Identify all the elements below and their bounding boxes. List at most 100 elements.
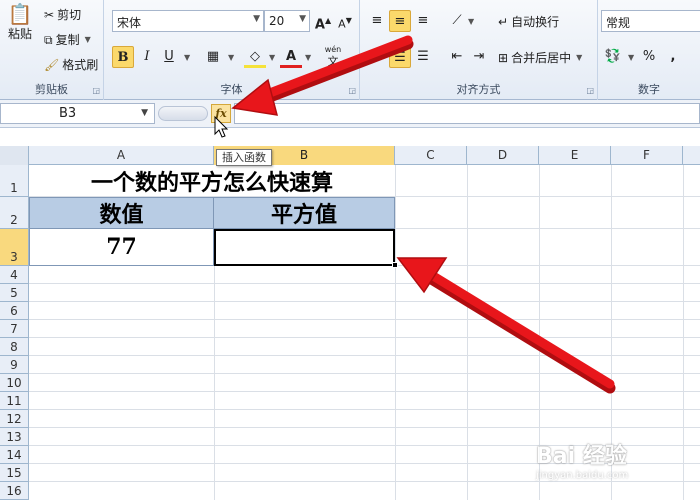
align-left-button[interactable]: ☰ bbox=[366, 46, 388, 68]
borders-button[interactable]: ▦ bbox=[202, 46, 224, 68]
row-header[interactable]: 15 bbox=[0, 464, 29, 482]
chevron-down-icon[interactable]: ▼ bbox=[228, 53, 234, 62]
font-name-select[interactable]: 宋体 ▼ bbox=[112, 10, 264, 32]
column-header-d[interactable]: D bbox=[467, 146, 539, 165]
chevron-down-icon[interactable]: ▼ bbox=[468, 17, 474, 26]
row-number: 12 bbox=[6, 412, 22, 426]
copy-button[interactable]: ⧉ 复制 ▼ bbox=[44, 31, 91, 48]
row-header[interactable]: 6 bbox=[0, 302, 29, 320]
row-header[interactable]: 7 bbox=[0, 320, 29, 338]
row-header[interactable]: 1 bbox=[0, 165, 29, 197]
title-cell[interactable]: 一个数的平方怎么快速算 bbox=[29, 165, 395, 196]
fill-color-button[interactable]: ◇ bbox=[244, 46, 266, 68]
wrap-text-button[interactable]: ↵ 自动换行 bbox=[498, 13, 559, 30]
formula-input[interactable] bbox=[234, 103, 700, 124]
name-box[interactable]: B3 ▼ bbox=[0, 103, 155, 124]
gridline bbox=[29, 337, 700, 338]
align-top-button[interactable]: ≡ bbox=[366, 10, 388, 32]
chevron-down-icon: ▼ bbox=[141, 108, 148, 118]
header-cell-square[interactable]: 平方值 bbox=[214, 197, 395, 229]
select-all-corner[interactable] bbox=[0, 146, 29, 165]
dialog-launcher-icon[interactable]: ◲ bbox=[348, 86, 356, 95]
orientation-button[interactable]: ⟋ bbox=[446, 10, 468, 32]
gridline bbox=[683, 165, 684, 500]
chevron-down-icon[interactable]: ▼ bbox=[305, 53, 311, 62]
row-header[interactable]: 5 bbox=[0, 284, 29, 302]
column-header-e[interactable]: E bbox=[539, 146, 611, 165]
formula-bar-resize-handle[interactable] bbox=[158, 106, 208, 121]
insert-function-button[interactable]: fx bbox=[211, 104, 231, 123]
row-header[interactable]: 16 bbox=[0, 482, 29, 500]
comma-button[interactable]: , bbox=[662, 46, 684, 68]
currency-button[interactable]: 💱 bbox=[602, 46, 624, 68]
increase-font-size-button[interactable]: A▲ bbox=[312, 10, 334, 32]
column-header-a[interactable]: A bbox=[29, 146, 214, 165]
row-header[interactable]: 2 bbox=[0, 197, 29, 229]
row-header[interactable]: 13 bbox=[0, 428, 29, 446]
align-right-button[interactable]: ☰ bbox=[412, 46, 434, 68]
format-painter-button[interactable]: 🖌 格式刷 bbox=[44, 56, 98, 73]
column-header-c[interactable]: C bbox=[395, 146, 467, 165]
increase-indent-button[interactable]: ⇥ bbox=[468, 46, 490, 68]
chevron-down-icon[interactable]: ▼ bbox=[184, 53, 190, 62]
format-painter-label: 格式刷 bbox=[62, 58, 99, 72]
row-header[interactable]: 3 bbox=[0, 229, 29, 266]
row-header[interactable]: 8 bbox=[0, 338, 29, 356]
clipboard-group: 📋 粘贴 ✂ 剪切 ⧉ 复制 ▼ 🖌 格式刷 剪贴板 ◲ bbox=[0, 0, 104, 100]
value-cell[interactable]: 77 bbox=[29, 229, 214, 266]
dialog-launcher-icon[interactable]: ◲ bbox=[92, 86, 100, 95]
number-group-label: 数字 bbox=[638, 83, 660, 96]
paste-button[interactable]: 📋 粘贴 bbox=[4, 4, 36, 42]
gridline bbox=[395, 165, 396, 500]
row-number: 13 bbox=[6, 430, 22, 444]
align-center-button[interactable]: ☰ bbox=[389, 46, 411, 68]
alignment-group-label: 对齐方式 bbox=[456, 83, 501, 96]
column-header-f[interactable]: F bbox=[611, 146, 683, 165]
merge-center-button[interactable]: ⊞ 合并后居中 ▼ bbox=[498, 49, 582, 66]
row-number: 14 bbox=[6, 448, 22, 462]
phonetic-button[interactable]: wén 文 bbox=[322, 44, 344, 68]
row-number: 3 bbox=[10, 250, 18, 264]
gridline bbox=[29, 355, 700, 356]
row-number: 5 bbox=[10, 286, 18, 300]
dialog-launcher-icon[interactable]: ◲ bbox=[586, 86, 594, 95]
row-header[interactable]: 11 bbox=[0, 392, 29, 410]
align-bottom-button[interactable]: ≡ bbox=[412, 10, 434, 32]
decrease-font-size-button[interactable]: A▼ bbox=[334, 10, 356, 32]
fill-handle[interactable] bbox=[392, 262, 398, 268]
font-color-button[interactable]: A bbox=[280, 46, 302, 68]
row-header[interactable]: 14 bbox=[0, 446, 29, 464]
row-header[interactable]: 9 bbox=[0, 356, 29, 374]
align-middle-button[interactable]: ≡ bbox=[389, 10, 411, 32]
gridline bbox=[29, 391, 700, 392]
row-header[interactable]: 4 bbox=[0, 266, 29, 284]
underline-button[interactable]: U bbox=[158, 46, 180, 68]
row-number: 9 bbox=[10, 358, 18, 372]
scissors-icon: ✂ bbox=[44, 7, 55, 22]
number-format-select[interactable]: 常规 bbox=[601, 10, 700, 32]
italic-button[interactable]: I bbox=[136, 46, 158, 68]
watermark-brand: Bai 经验 bbox=[536, 444, 627, 469]
wrap-text-label: 自动换行 bbox=[511, 15, 560, 29]
selected-cell-b3[interactable] bbox=[214, 229, 395, 266]
clipboard-group-label: 剪贴板 bbox=[35, 83, 68, 96]
cut-button[interactable]: ✂ 剪切 bbox=[44, 6, 81, 23]
bold-button[interactable]: B bbox=[112, 46, 134, 68]
header-cell-value[interactable]: 数值 bbox=[29, 197, 214, 229]
decrease-indent-button[interactable]: ⇤ bbox=[446, 46, 468, 68]
insert-function-tooltip: 插入函数 bbox=[216, 149, 272, 166]
percent-button[interactable]: % bbox=[638, 46, 660, 68]
row-number: 7 bbox=[10, 322, 18, 336]
row-number: 15 bbox=[6, 466, 22, 480]
row-header[interactable]: 10 bbox=[0, 374, 29, 392]
font-size-select[interactable]: 20 ▼ bbox=[264, 10, 310, 32]
chevron-down-icon: ▼ bbox=[84, 35, 91, 44]
copy-icon: ⧉ bbox=[44, 32, 53, 47]
chevron-down-icon[interactable]: ▼ bbox=[269, 53, 275, 62]
chevron-down-icon[interactable]: ▼ bbox=[628, 53, 634, 62]
gridline bbox=[29, 409, 700, 410]
font-group: 宋体 ▼ 20 ▼ A▲ A▼ B I U ▼ ▦ ▼ ◇ ▼ A ▼ wén 文… bbox=[104, 0, 360, 100]
row-header[interactable]: 12 bbox=[0, 410, 29, 428]
cut-label: 剪切 bbox=[57, 8, 82, 22]
chevron-down-icon: ▼ bbox=[299, 14, 306, 24]
